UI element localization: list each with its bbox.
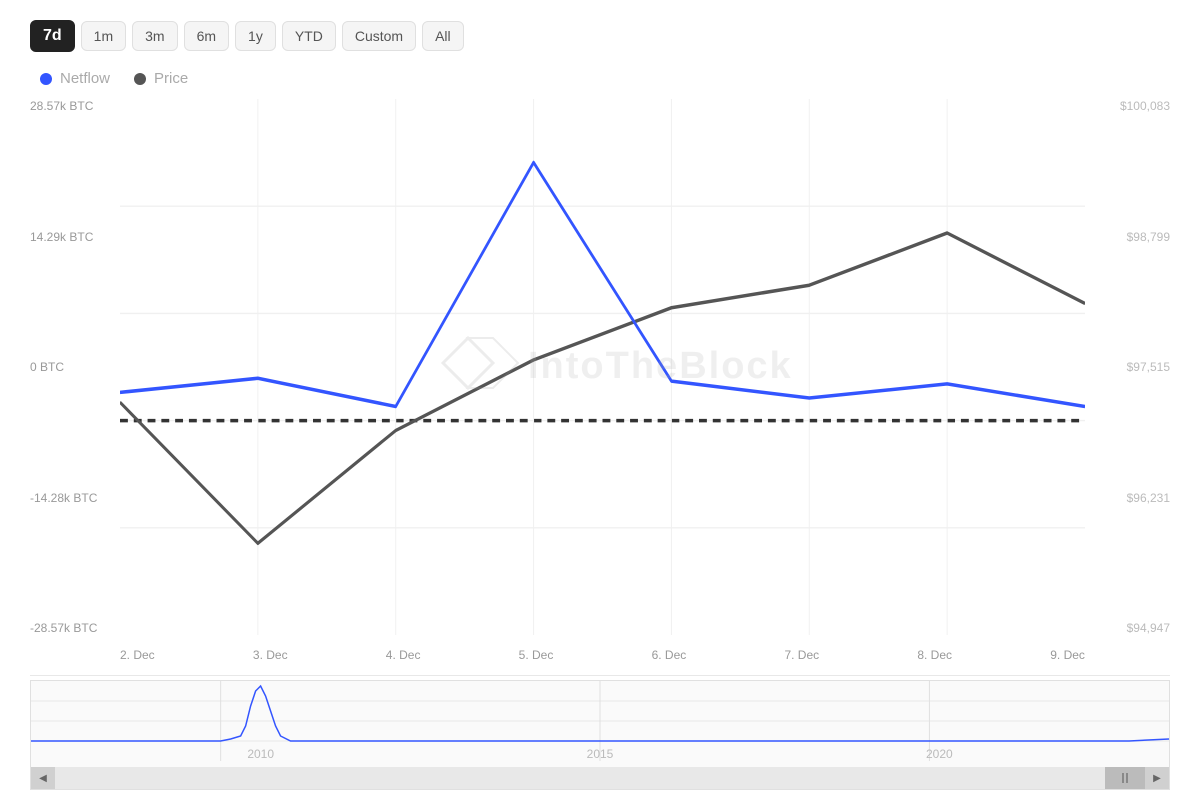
x-label-0: 2. Dec	[120, 648, 155, 662]
y-right-3: $96,231	[1090, 491, 1170, 505]
x-label-6: 8. Dec	[917, 648, 952, 662]
scroll-thumb-lines	[1122, 773, 1128, 783]
scroll-track[interactable]	[55, 767, 1145, 789]
chart-svg-wrapper: IntoTheBlock	[120, 99, 1085, 635]
x-label-2: 4. Dec	[386, 648, 421, 662]
y-right-2: $97,515	[1090, 360, 1170, 374]
netflow-label: Netflow	[60, 70, 110, 87]
y-axis-right: $100,083 $98,799 $97,515 $96,231 $94,947	[1090, 99, 1170, 635]
main-chart-svg	[120, 99, 1085, 635]
x-label-7: 9. Dec	[1050, 648, 1085, 662]
legend-netflow: Netflow	[40, 70, 110, 87]
y-left-4: -28.57k BTC	[30, 621, 120, 635]
filter-1m[interactable]: 1m	[81, 21, 126, 51]
filter-ytd[interactable]: YTD	[282, 21, 336, 51]
chart-legend: Netflow Price	[40, 70, 1170, 87]
scroll-left-btn[interactable]: ◀	[31, 767, 55, 789]
main-container: 7d 1m 3m 6m 1y YTD Custom All Netflow Pr…	[0, 0, 1200, 800]
filter-6m[interactable]: 6m	[184, 21, 229, 51]
time-filter-bar: 7d 1m 3m 6m 1y YTD Custom All	[30, 20, 1170, 52]
mini-year-labels: 2010 2015 2020	[31, 747, 1169, 761]
filter-7d[interactable]: 7d	[30, 20, 75, 52]
y-left-1: 14.29k BTC	[30, 230, 120, 244]
x-label-4: 6. Dec	[652, 648, 687, 662]
year-2010: 2010	[247, 747, 274, 761]
y-axis-left: 28.57k BTC 14.29k BTC 0 BTC -14.28k BTC …	[30, 99, 120, 635]
filter-3m[interactable]: 3m	[132, 21, 177, 51]
price-dot	[134, 73, 146, 85]
y-right-4: $94,947	[1090, 621, 1170, 635]
y-left-3: -14.28k BTC	[30, 491, 120, 505]
y-right-0: $100,083	[1090, 99, 1170, 113]
chart-area: 28.57k BTC 14.29k BTC 0 BTC -14.28k BTC …	[30, 99, 1170, 790]
y-left-2: 0 BTC	[30, 360, 120, 374]
x-label-1: 3. Dec	[253, 648, 288, 662]
main-chart: 28.57k BTC 14.29k BTC 0 BTC -14.28k BTC …	[30, 99, 1170, 676]
legend-price: Price	[134, 70, 188, 87]
filter-all[interactable]: All	[422, 21, 464, 51]
netflow-dot	[40, 73, 52, 85]
price-label: Price	[154, 70, 188, 87]
y-right-1: $98,799	[1090, 230, 1170, 244]
mini-chart-container: 2010 2015 2020 ◀ ▶	[30, 680, 1170, 790]
mini-scrollbar: ◀ ▶	[31, 767, 1169, 789]
scroll-thumb[interactable]	[1105, 767, 1145, 789]
x-label-3: 5. Dec	[519, 648, 554, 662]
filter-custom[interactable]: Custom	[342, 21, 416, 51]
year-2020: 2020	[926, 747, 953, 761]
year-2015: 2015	[587, 747, 614, 761]
x-label-5: 7. Dec	[784, 648, 819, 662]
x-axis: 2. Dec 3. Dec 4. Dec 5. Dec 6. Dec 7. De…	[120, 635, 1085, 675]
y-left-0: 28.57k BTC	[30, 99, 120, 113]
filter-1y[interactable]: 1y	[235, 21, 276, 51]
scroll-right-btn[interactable]: ▶	[1145, 767, 1169, 789]
